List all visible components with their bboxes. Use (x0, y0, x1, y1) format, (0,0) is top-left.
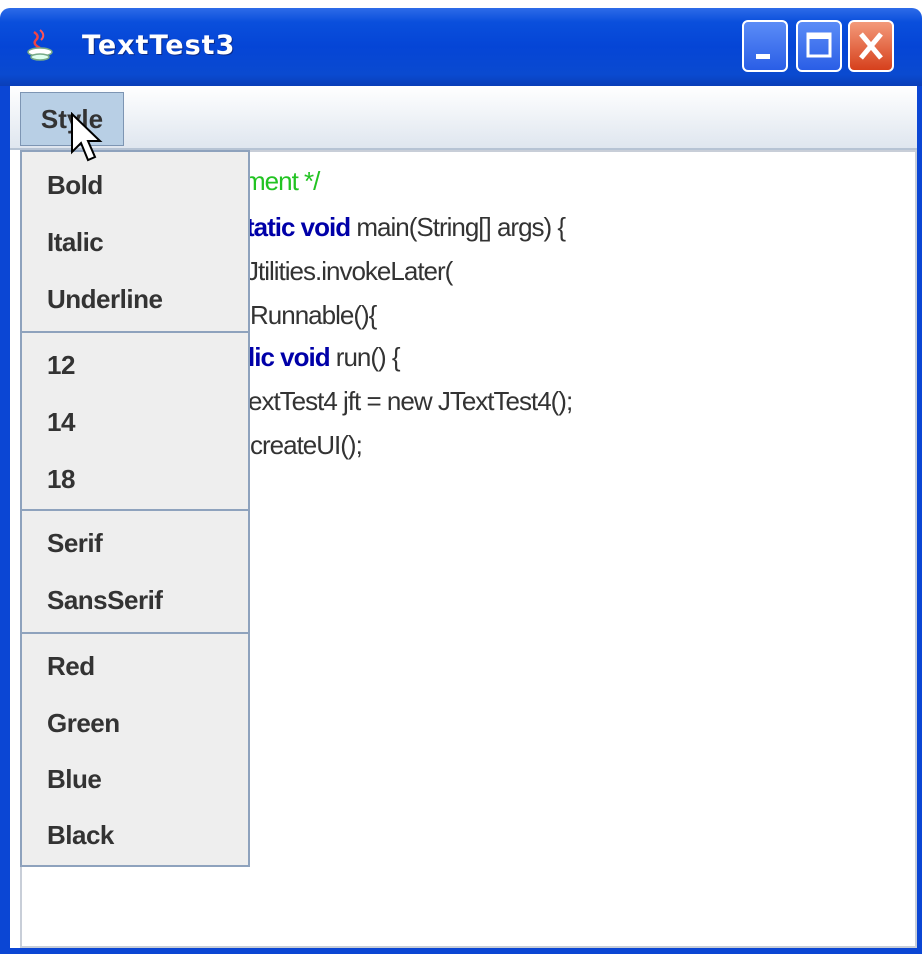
menu-separator (22, 632, 248, 634)
code-text: extTest4 jft = new JTextTest4(); (248, 386, 573, 416)
menu-item-black[interactable]: Black (47, 820, 114, 851)
maximize-button[interactable] (796, 20, 842, 72)
app-window: TextTest3 Style ment */ tatic void main(… (0, 8, 922, 954)
mouse-pointer-icon (71, 112, 103, 162)
code-text: main(String[] args) { (350, 212, 566, 242)
close-icon (859, 32, 883, 60)
minimize-icon (756, 54, 770, 59)
menu-item-sansserif[interactable]: SansSerif (47, 585, 163, 616)
menu-item-green[interactable]: Green (47, 708, 120, 739)
code-line: extTest4 jft = new JTextTest4(); (248, 386, 573, 417)
code-line: Runnable(){ (250, 300, 377, 331)
window-frame-right (917, 86, 922, 954)
menu-item-size-12[interactable]: 12 (47, 350, 75, 381)
code-line: createUI(); (250, 430, 363, 461)
menu-bar: Style (10, 86, 917, 150)
menu-separator (22, 331, 248, 333)
window-frame-bottom (0, 948, 922, 954)
minimize-button[interactable] (742, 20, 788, 72)
title-bar[interactable]: TextTest3 (0, 8, 922, 86)
menu-item-serif[interactable]: Serif (47, 528, 103, 559)
code-comment: ment */ (244, 166, 320, 196)
menu-item-size-14[interactable]: 14 (47, 407, 75, 438)
code-keyword: tatic void (246, 212, 351, 242)
menu-item-red[interactable]: Red (47, 651, 95, 682)
close-button[interactable] (848, 20, 894, 72)
style-menu-popup: Bold Italic Underline 12 14 18 Serif San… (20, 150, 250, 867)
menu-item-size-18[interactable]: 18 (47, 464, 75, 495)
code-text: Jtilities.invokeLater( (246, 256, 453, 286)
background-strip (0, 0, 922, 8)
menu-item-italic[interactable]: Italic (47, 227, 104, 258)
java-icon (27, 29, 53, 61)
code-text: Runnable(){ (250, 300, 377, 330)
menu-separator (22, 509, 248, 511)
menu-item-blue[interactable]: Blue (47, 764, 102, 795)
maximize-icon (806, 32, 832, 58)
code-text: createUI(); (250, 430, 363, 460)
menu-item-underline[interactable]: Underline (47, 284, 163, 315)
code-line: Jtilities.invokeLater( (246, 256, 453, 287)
code-line: tatic void main(String[] args) { (246, 212, 566, 243)
menu-item-bold[interactable]: Bold (47, 170, 103, 201)
window-frame-left (0, 86, 10, 954)
code-keyword: lic void (248, 342, 331, 372)
code-line: lic void run() { (248, 342, 401, 373)
window-title: TextTest3 (82, 30, 236, 61)
code-text: run() { (329, 342, 401, 372)
code-line: ment */ (244, 166, 320, 197)
